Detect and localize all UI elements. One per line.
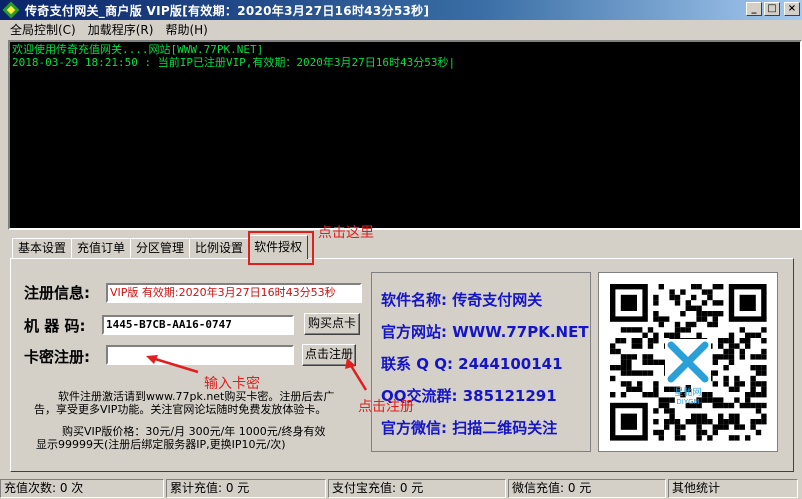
app-icon [3, 2, 19, 18]
qr-code-icon: 星驰网 DIYGM [599, 273, 777, 451]
log-line: 2018-03-29 18:21:50 : 当前IP已注册VIP,有效期：202… [12, 56, 456, 69]
menu-help[interactable]: 帮助(H) [159, 21, 213, 38]
register-info-label: 注册信息: [24, 284, 90, 302]
buy-card-button[interactable]: 购买点卡 [304, 313, 360, 335]
status-other-stats: 其他统计 [668, 479, 798, 498]
vip-price-note: 显示99999天(注册后绑定服务器IP,更换IP10元/次) [36, 438, 286, 451]
menu-bar: 全局控制(C) 加载程序(R) 帮助(H) [0, 20, 802, 39]
annotation-click-register: 点击注册 [358, 399, 414, 415]
log-line: 欢迎使用传奇充值网关....网站[WWW.77PK.NET] [12, 43, 264, 56]
vip-price-text: 购买VIP版价格：30元/月 300元/年 1000元/终身有效 [62, 425, 326, 438]
tab-recharge-orders[interactable]: 充值订单 [71, 238, 132, 258]
title-bar[interactable]: 传奇支付网关_商户版 VIP版[有效期：2020年3月27日16时43分53秒]… [0, 0, 802, 20]
tab-basic-settings[interactable]: 基本设置 [12, 238, 73, 258]
arrow-to-card-input [151, 356, 199, 374]
machine-code-label: 机 器 码: [24, 317, 86, 335]
menu-load-program[interactable]: 加载程序(R) [82, 21, 160, 38]
annotation-enter-card: 输入卡密 [204, 376, 260, 392]
window-title: 传奇支付网关_商户版 VIP版[有效期：2020年3月27日16时43分53秒] [25, 3, 430, 18]
annotation-click-here: 点击这里 [318, 225, 374, 241]
qr-code: 星驰网 DIYGM [598, 272, 778, 452]
software-info-box: 软件名称: 传奇支付网关 官方网站: WWW.77PK.NET 联系 Q Q: … [371, 272, 591, 452]
arrow-to-register-button [348, 363, 368, 391]
tab-ratio-settings[interactable]: 比例设置 [189, 238, 250, 258]
status-bar: 充值次数: 0 次 累计充值: 0 元 支付宝充值: 0 元 微信充值: 0 元… [0, 478, 802, 499]
status-total-recharge: 累计充值: 0 元 [166, 479, 326, 498]
status-recharge-count: 充值次数: 0 次 [0, 479, 164, 498]
tab-zone-management[interactable]: 分区管理 [130, 238, 191, 258]
status-alipay-recharge: 支付宝充值: 0 元 [328, 479, 506, 498]
machine-code-field[interactable]: 1445-B7CB-AA16-0747 [102, 315, 294, 335]
menu-global-control[interactable]: 全局控制(C) [4, 21, 82, 38]
qr-logo-text: 星驰网 [674, 386, 701, 398]
minimize-button[interactable]: _ [746, 2, 762, 16]
annotation-arrows [146, 355, 368, 391]
qr-logo [665, 339, 711, 385]
info-contact-qq: 联系 Q Q: 2444100141 [381, 355, 563, 373]
arrow-head [345, 358, 356, 369]
log-console[interactable]: 欢迎使用传奇充值网关....网站[WWW.77PK.NET] 2018-03-2… [8, 40, 802, 230]
info-software-name: 软件名称: 传奇支付网关 [381, 291, 543, 309]
info-official-site: 官方网站: WWW.77PK.NET [381, 323, 589, 341]
qr-logo-subtext: DIYGM [676, 398, 699, 406]
close-button[interactable]: × [784, 2, 800, 16]
tab-highlight-box [248, 231, 314, 265]
status-wechat-recharge: 微信充值: 0 元 [508, 479, 666, 498]
info-wechat: 官方微信: 扫描二维码关注 [381, 419, 558, 437]
maximize-button[interactable]: □ [764, 2, 780, 16]
card-register-label: 卡密注册: [24, 348, 90, 366]
register-info-field[interactable]: VIP版 有效期:2020年3月27日16时43分53秒 [106, 283, 362, 303]
